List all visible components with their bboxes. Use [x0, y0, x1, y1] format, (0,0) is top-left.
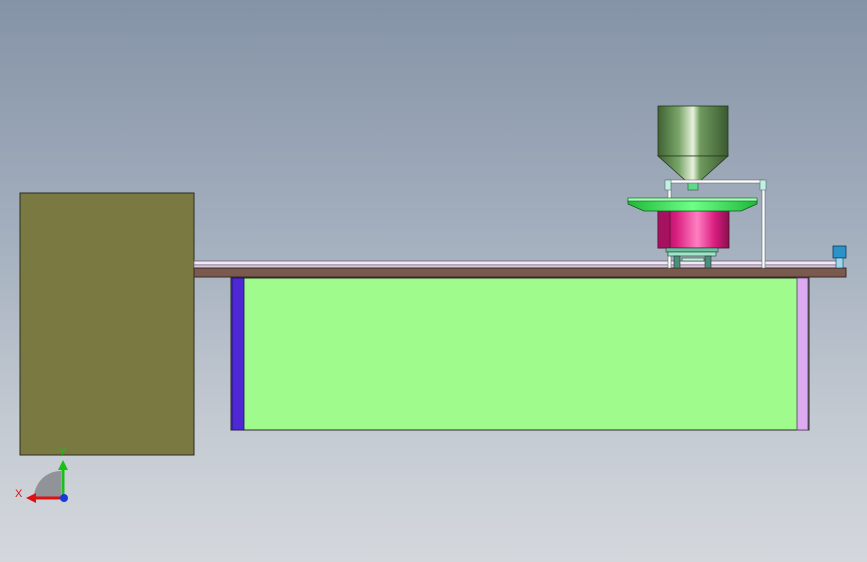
hopper[interactable] [656, 105, 730, 191]
frame-post-right [796, 277, 809, 431]
feeder-bowl[interactable] [657, 209, 730, 249]
frame-post-left [231, 277, 245, 431]
table-top[interactable] [193, 267, 847, 278]
frame-panel[interactable] [230, 277, 810, 431]
conveyor-rail[interactable] [193, 260, 841, 269]
triad-quadrant [34, 471, 61, 498]
cad-viewport[interactable]: X Y [0, 0, 867, 562]
x-axis-label: X [15, 488, 23, 500]
z-axis-dot [60, 494, 68, 502]
turntable-plate[interactable] [627, 197, 758, 212]
control-cabinet[interactable] [19, 192, 195, 456]
y-axis-label: Y [59, 446, 67, 458]
